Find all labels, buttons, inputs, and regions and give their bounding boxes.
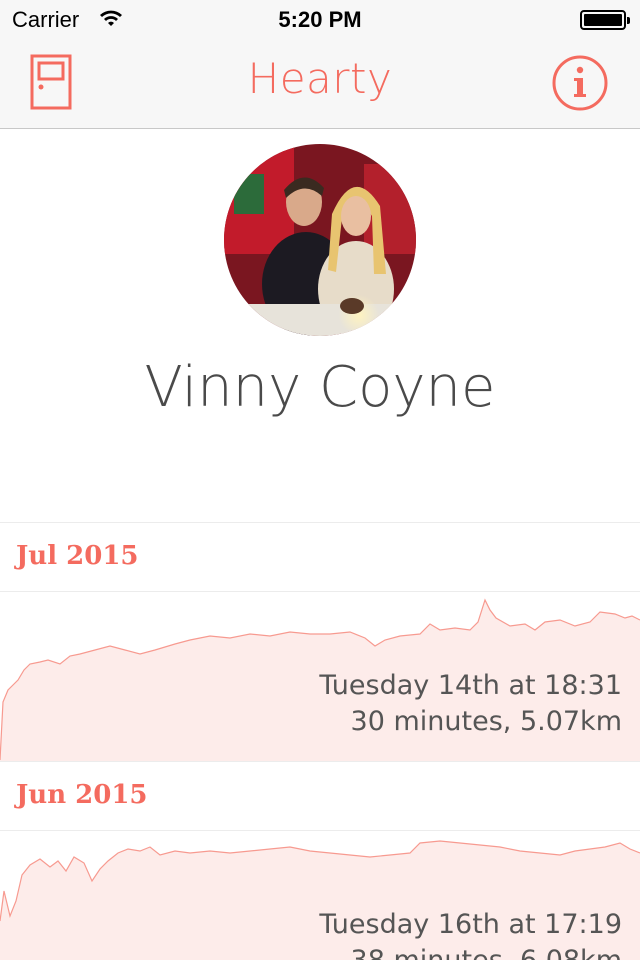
run-date: Tuesday 16th at 17:19 xyxy=(319,909,622,940)
run-row[interactable]: Tuesday 14th at 18:31 30 minutes, 5.07km xyxy=(0,592,640,762)
run-stats: 30 minutes, 5.07km xyxy=(350,706,622,737)
avatar[interactable] xyxy=(224,144,416,336)
info-button[interactable] xyxy=(552,55,608,111)
battery-icon xyxy=(580,10,630,30)
run-date: Tuesday 14th at 18:31 xyxy=(319,670,622,701)
run-row[interactable]: Tuesday 16th at 17:19 38 minutes, 6.08km xyxy=(0,831,640,960)
profile-section: Vinny Coyne xyxy=(0,129,640,519)
navigation-bar: Hearty xyxy=(0,40,640,129)
profile-photo xyxy=(224,144,416,336)
month-header: Jun 2015 xyxy=(0,761,640,831)
profile-name: Vinny Coyne xyxy=(144,355,496,420)
app-title: Hearty xyxy=(247,54,393,103)
heart-rate-chart xyxy=(0,840,640,960)
month-label: Jul 2015 xyxy=(16,541,139,571)
run-stats: 38 minutes, 6.08km xyxy=(351,945,622,960)
month-header: Jul 2015 xyxy=(0,522,640,592)
status-time: 5:20 PM xyxy=(278,7,362,32)
month-label: Jun 2015 xyxy=(16,780,148,810)
status-bar: Carrier 5:20 PM xyxy=(0,0,640,40)
info-icon xyxy=(552,55,608,111)
